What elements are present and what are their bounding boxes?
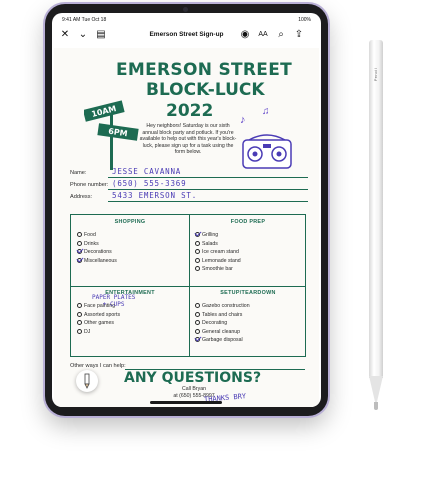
checklist-item-label: Miscellaneous: [84, 257, 117, 264]
ipad-screen: 9:41 AM Tue Oct 18 100% ✕ ⌄ ▤ Emerson St…: [52, 13, 321, 407]
radio-icon[interactable]: [77, 311, 82, 317]
checked-radio-icon[interactable]: [77, 249, 82, 254]
headline-line-2: BLOCK-LUCK: [146, 80, 265, 100]
checklist-item-label: Decorations: [84, 249, 112, 255]
status-time: 9:41 AM Tue Oct 18: [62, 17, 107, 23]
pencil-brand-label: Pencil: [373, 68, 378, 82]
checklist-item-label: Decorating: [202, 320, 228, 326]
markup-icon[interactable]: ◉: [238, 29, 252, 41]
headline-line-3: 2022: [166, 101, 214, 121]
radio-icon[interactable]: [195, 240, 200, 246]
phone-value: (650) 555-3369: [112, 179, 187, 188]
checklist-item-label: Grilling: [202, 232, 219, 238]
section-title-setup: SETUP/TEARDOWN: [220, 290, 276, 296]
checklist-item[interactable]: Garbage disposal: [195, 337, 243, 343]
radio-icon[interactable]: [77, 320, 82, 325]
radio-icon[interactable]: [195, 249, 200, 254]
checklist-item-label: Lemonade stand: [202, 257, 241, 264]
checklist-item[interactable]: Lemonade stand: [195, 257, 241, 264]
signup-grid: SHOPPING FOOD PREP ENTERTAINMENT SETUP/T…: [70, 214, 306, 357]
name-field[interactable]: Name: JESSE CAVANNA: [70, 167, 308, 178]
checklist-item[interactable]: Smoothie bar: [195, 266, 233, 272]
radio-icon[interactable]: [195, 266, 200, 271]
section-title-shopping: SHOPPING: [114, 219, 146, 225]
search-icon[interactable]: ⌕: [274, 29, 288, 41]
radio-icon[interactable]: [77, 232, 82, 237]
pencil-icon: [84, 373, 90, 389]
radio-icon[interactable]: [195, 257, 200, 263]
section-title-food-prep: FOOD PREP: [230, 219, 266, 225]
checklist-item-label: Gazebo construction: [202, 303, 250, 309]
address-field[interactable]: Address: 5433 EMERSON ST.: [70, 191, 308, 202]
checklist-item-label: Salads: [202, 240, 218, 247]
pencil-tool-button[interactable]: [76, 370, 98, 392]
checklist-item[interactable]: Decorations: [77, 249, 112, 255]
radio-icon[interactable]: [77, 240, 82, 246]
checklist-item[interactable]: Tables and chairs: [195, 311, 243, 318]
text-size-icon[interactable]: AA: [256, 29, 270, 41]
intro-paragraph: Hey neighbors! Saturday is our sixth ann…: [139, 123, 237, 156]
status-battery: 100%: [298, 17, 311, 23]
checklist-item-label: Other games: [84, 320, 114, 326]
other-ways-field[interactable]: Other ways I can help:: [70, 363, 305, 370]
home-indicator[interactable]: [150, 401, 222, 404]
checklist-item[interactable]: Ice cream stand: [195, 249, 239, 255]
checklist-item-label: Ice cream stand: [202, 249, 239, 255]
close-icon[interactable]: ✕: [58, 29, 72, 41]
checklist-item-label: Drinks: [84, 240, 99, 247]
checklist-item[interactable]: Salads: [195, 240, 218, 247]
flyer-document: EMERSON STREET BLOCK-LUCK 2022 10AM 6PM …: [54, 48, 319, 407]
boombox-illustration: [239, 132, 295, 177]
radio-icon[interactable]: [195, 311, 200, 317]
checklist-item[interactable]: Other games: [77, 320, 114, 326]
share-icon[interactable]: ⇪: [292, 29, 306, 41]
chevron-down-icon[interactable]: ⌄: [76, 29, 90, 41]
misc-handwriting: PAPER PLATES + CUPS: [92, 294, 136, 308]
apple-pencil: Pencil: [365, 40, 387, 412]
radio-icon[interactable]: [77, 328, 82, 334]
address-value: 5433 EMERSON ST.: [112, 191, 198, 200]
checklist-item[interactable]: General cleanup: [195, 328, 241, 335]
questions-heading: ANY QUESTIONS?: [124, 370, 262, 386]
checklist-item[interactable]: DJ: [77, 328, 91, 335]
phone-field[interactable]: Phone number: (650) 555-3369: [70, 179, 308, 190]
checklist-item-label: Garbage disposal: [202, 337, 243, 343]
checklist-item[interactable]: Decorating: [195, 320, 227, 326]
radio-icon[interactable]: [195, 320, 200, 325]
radio-icon[interactable]: [77, 303, 82, 308]
checklist-item[interactable]: Assorted sports: [77, 311, 121, 318]
headline-line-1: EMERSON STREET: [116, 60, 293, 80]
checked-radio-icon[interactable]: [195, 232, 200, 237]
ipad-device: 9:41 AM Tue Oct 18 100% ✕ ⌄ ▤ Emerson St…: [45, 4, 328, 416]
checklist-item-label: Tables and chairs: [202, 311, 243, 318]
document-icon[interactable]: ▤: [94, 29, 108, 41]
checklist-item-label: General cleanup: [202, 328, 241, 335]
app-toolbar: ✕ ⌄ ▤ Emerson Street Sign-up ◉ AA ⌕ ⇪: [52, 25, 321, 47]
checklist-item[interactable]: Gazebo construction: [195, 303, 250, 309]
checklist-item[interactable]: Miscellaneous: [77, 257, 117, 264]
checklist-item[interactable]: Grilling: [195, 232, 218, 238]
checklist-item-label: Assorted sports: [84, 311, 121, 318]
checked-radio-icon[interactable]: [77, 257, 82, 263]
music-note-icon: ♪: [240, 114, 246, 126]
street-sign-drawing: 10AM 6PM: [84, 100, 140, 170]
front-camera: [183, 7, 188, 12]
checklist-item[interactable]: Food: [77, 232, 96, 238]
radio-icon[interactable]: [195, 328, 200, 334]
radio-icon[interactable]: [195, 303, 200, 308]
checklist-item-label: DJ: [84, 328, 91, 335]
music-notes-icon: ♫: [262, 106, 270, 117]
checklist-item-label: Smoothie bar: [202, 266, 233, 272]
checked-radio-icon[interactable]: [195, 337, 200, 342]
checklist-item-label: Food: [84, 232, 96, 238]
name-value: JESSE CAVANNA: [112, 167, 182, 176]
status-bar: 9:41 AM Tue Oct 18 100%: [52, 13, 321, 25]
